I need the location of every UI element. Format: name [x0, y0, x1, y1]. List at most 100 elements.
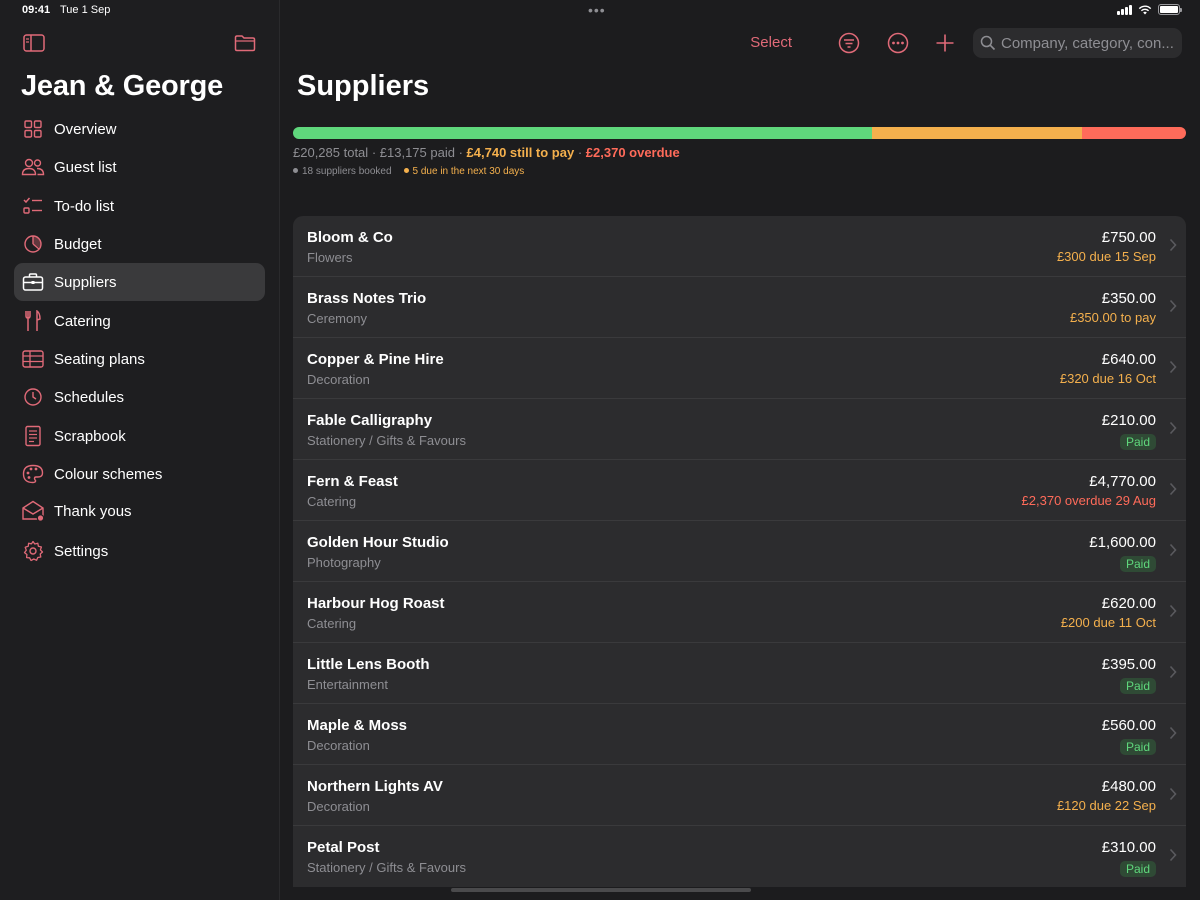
supplier-category: Catering [307, 494, 357, 509]
pie-chart-icon [21, 232, 45, 256]
sidebar-item-label: Scrapbook [54, 427, 126, 445]
sidebar-item-label: Suppliers [54, 273, 117, 291]
supplier-category: Catering [307, 616, 357, 631]
ellipsis-circle-icon[interactable] [886, 31, 910, 55]
sidebar-item-label: Catering [54, 312, 111, 330]
sidebar-item-label: Settings [54, 542, 109, 560]
due-soon-label: 5 due in the next 30 days [412, 166, 525, 177]
supplier-category: Decoration [307, 738, 370, 753]
supplier-name: Fern & Feast [307, 473, 398, 490]
sidebar-item-label: To-do list [54, 197, 115, 215]
chevron-right-icon [1169, 665, 1177, 679]
separator: · [371, 145, 380, 160]
sidebar-item-label: Colour schemes [54, 465, 163, 483]
sidebar-item-scrapbook[interactable]: Scrapbook [14, 417, 265, 455]
supplier-row[interactable]: Copper & Pine Hire Decoration £640.00 £320 … [293, 338, 1186, 399]
search-field[interactable] [973, 28, 1182, 58]
chevron-right-icon [1169, 482, 1177, 496]
supplier-row[interactable]: Maple & Moss Decoration £560.00 Paid [293, 704, 1186, 765]
grid-icon [21, 117, 45, 141]
payment-subsummary: 18 suppliers booked 5 due in the next 30… [293, 166, 524, 177]
supplier-row[interactable]: Harbour Hog Roast Catering £620.00 £200 due… [293, 582, 1186, 643]
briefcase-icon [21, 270, 45, 294]
sidebar-item-suppliers[interactable]: Suppliers [14, 263, 265, 301]
people-icon [21, 155, 45, 179]
supplier-payment-status: £350.00 to pay [1069, 310, 1156, 325]
supplier-amount: £640.00 [1101, 351, 1156, 368]
supplier-row[interactable]: Little Lens Booth Entertainment £395.00 Pai… [293, 643, 1186, 704]
clock-icon [21, 385, 45, 409]
supplier-list: Bloom & Co Flowers £750.00 £300 due 15 Sep B… [293, 216, 1186, 887]
plus-icon[interactable] [933, 31, 957, 55]
supplier-amount: £620.00 [1101, 595, 1156, 612]
sidebar-item-label: Thank yous [54, 502, 132, 520]
supplier-category: Decoration [307, 799, 370, 814]
multitasking-dots-icon[interactable]: ••• [588, 2, 606, 18]
supplier-row[interactable]: Petal Post Stationery / Gifts & Favours £3… [293, 826, 1186, 887]
supplier-row[interactable]: Golden Hour Studio Photography £1,600.00 Pa… [293, 521, 1186, 582]
supplier-name: Little Lens Booth [307, 656, 430, 673]
status-time: 09:41 [22, 4, 51, 16]
sidebar-item-overview[interactable]: Overview [14, 110, 265, 148]
select-button[interactable]: Select [750, 34, 792, 51]
filter-icon[interactable] [837, 31, 861, 55]
sidebar-item-label: Seating plans [54, 350, 145, 368]
progress-due-segment [872, 127, 1082, 139]
supplier-payment-status: Paid [1119, 434, 1156, 450]
supplier-payment-status: £120 due 22 Sep [1056, 798, 1156, 813]
folder-icon[interactable] [234, 34, 256, 52]
supplier-payment-status: Paid [1119, 739, 1156, 755]
sidebar-item-settings[interactable]: Settings [14, 532, 265, 570]
supplier-name: Golden Hour Studio [307, 534, 449, 551]
chevron-right-icon [1169, 787, 1177, 801]
search-input[interactable] [1001, 34, 1181, 52]
sidebar-item-seating-plans[interactable]: Seating plans [14, 340, 265, 378]
sidebar-item-budget[interactable]: Budget [14, 225, 265, 263]
supplier-amount: £4,770.00 [1089, 473, 1156, 490]
booked-count-label: 18 suppliers booked [302, 166, 392, 177]
sidebar-item-schedules[interactable]: Schedules [14, 378, 265, 416]
supplier-row[interactable]: Northern Lights AV Decoration £480.00 £120 … [293, 765, 1186, 826]
sidebar-item-todo-list[interactable]: To-do list [14, 187, 265, 225]
supplier-row[interactable]: Fern & Feast Catering £4,770.00 £2,370 over… [293, 460, 1186, 521]
supplier-amount: £350.00 [1101, 290, 1156, 307]
supplier-amount: £310.00 [1101, 839, 1156, 856]
gear-icon [21, 539, 45, 563]
sidebar-item-colour-schemes[interactable]: Colour schemes [14, 455, 265, 493]
supplier-amount: £750.00 [1101, 229, 1156, 246]
supplier-amount: £210.00 [1101, 412, 1156, 429]
scroll-indicator[interactable] [451, 888, 751, 892]
chevron-right-icon [1169, 421, 1177, 435]
supplier-category: Stationery / Gifts & Favours [307, 860, 466, 875]
separator: · [458, 145, 467, 160]
supplier-category: Flowers [307, 250, 353, 265]
chevron-right-icon [1169, 543, 1177, 557]
supplier-name: Petal Post [307, 839, 380, 856]
supplier-amount: £395.00 [1101, 656, 1156, 673]
supplier-category: Ceremony [307, 311, 367, 326]
supplier-category: Decoration [307, 372, 370, 387]
table-icon [21, 347, 45, 371]
summary-overdue: £2,370 overdue [585, 145, 680, 160]
amber-dot-icon [403, 168, 409, 173]
battery-icon [1158, 4, 1182, 15]
chevron-right-icon [1169, 238, 1177, 252]
sidebar-item-thank-yous[interactable]: Thank yous [14, 492, 265, 530]
sidebar-item-label: Schedules [54, 388, 125, 406]
supplier-row[interactable]: Bloom & Co Flowers £750.00 £300 due 15 Sep [293, 216, 1186, 277]
booked-count: 18 suppliers booked [293, 166, 392, 177]
sidebar-item-catering[interactable]: Catering [14, 302, 265, 340]
chevron-right-icon [1169, 726, 1177, 740]
search-icon [980, 35, 996, 51]
sidebar-toggle-icon[interactable] [23, 34, 45, 52]
supplier-payment-status: Paid [1119, 861, 1156, 877]
supplier-category: Entertainment [307, 677, 388, 692]
supplier-row[interactable]: Fable Calligraphy Stationery / Gifts & Fa… [293, 399, 1186, 460]
supplier-amount: £560.00 [1101, 717, 1156, 734]
supplier-name: Fable Calligraphy [307, 412, 433, 429]
sidebar: Jean & George Overview Guest list To-do … [0, 0, 280, 900]
sidebar-item-guest-list[interactable]: Guest list [14, 148, 265, 186]
progress-paid-segment [293, 127, 873, 139]
main-content: Select Suppliers [281, 0, 1200, 900]
supplier-row[interactable]: Brass Notes Trio Ceremony £350.00 £350.00 t… [293, 277, 1186, 338]
